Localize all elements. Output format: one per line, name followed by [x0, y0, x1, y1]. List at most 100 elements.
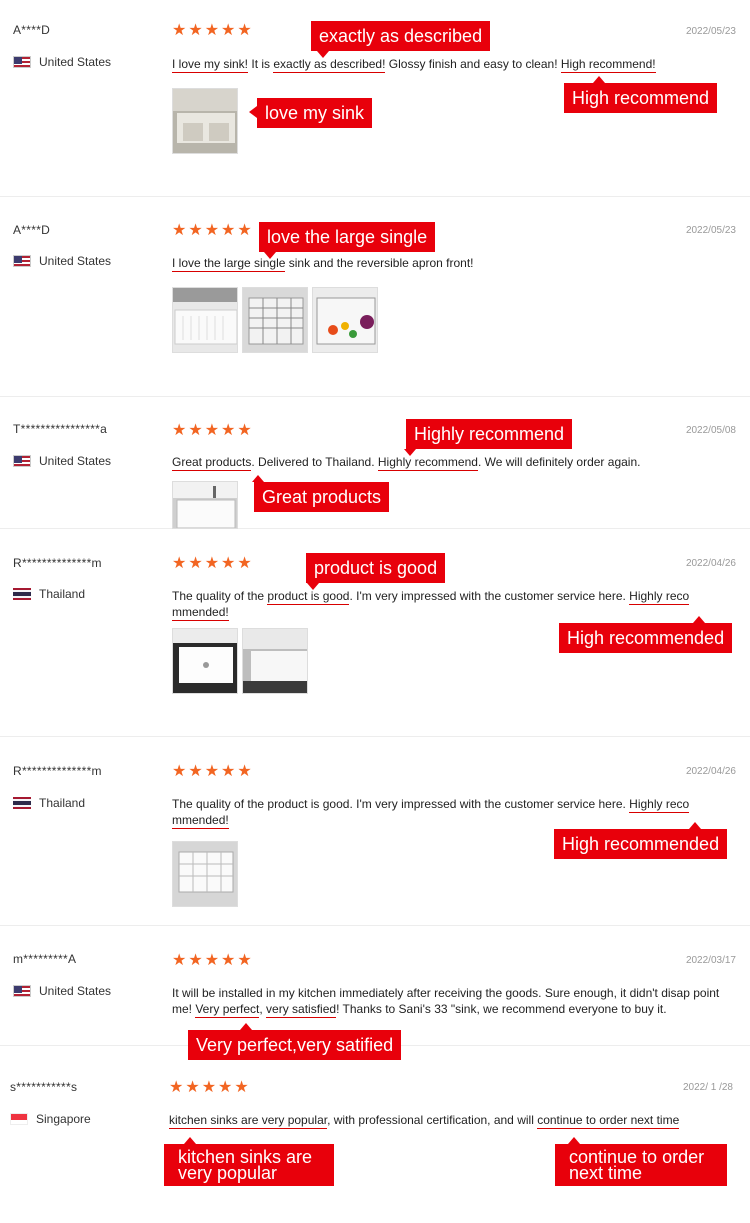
highlight: Highly recommend [377, 455, 478, 471]
callout-label: Very perfect,very satified [188, 1030, 402, 1060]
callout-arrow [307, 583, 319, 590]
callout-label: High recommended [554, 829, 728, 859]
star-rating: ★★★★★ [172, 222, 254, 239]
callout-arrow [240, 1023, 252, 1030]
sink-photo-icon [173, 288, 237, 352]
review-text: It will be installed in my kitchen immed… [172, 986, 720, 1018]
review-photos [172, 628, 308, 694]
review-card: R**************m Thailand ★★★★★ 2022/04/… [0, 529, 750, 737]
callout-label: Great products [254, 482, 390, 512]
highlight: kitchen sinks are very popular [169, 1113, 328, 1129]
callout-arrow [184, 1137, 196, 1144]
review-text: The quality of the product is good. I'm … [172, 589, 690, 621]
country-label: Thailand [39, 587, 86, 601]
review-photos [172, 88, 238, 154]
highlight: High recommend! [560, 57, 656, 73]
country-label: United States [39, 454, 112, 468]
highlight: very satisfied [266, 1002, 337, 1018]
highlight: product is good [267, 589, 350, 605]
sink-photo-icon [243, 288, 307, 352]
callout-label: exactly as described [311, 21, 491, 51]
callout-label: Highly recommend [406, 419, 573, 449]
review-photo[interactable] [242, 287, 308, 353]
country-label: Thailand [39, 796, 86, 810]
sink-photo-icon [313, 288, 377, 352]
review-photo[interactable] [242, 628, 308, 694]
review-date: 2022/05/08 [685, 425, 736, 436]
callout-label: product is good [306, 553, 446, 583]
star-rating: ★★★★★ [172, 952, 254, 969]
reviewer-country: Thailand [13, 587, 85, 601]
review-photos [172, 481, 238, 529]
callout-label: love the large single [259, 222, 436, 252]
highlight: I love my sink! [172, 57, 249, 73]
sink-photo-icon [173, 89, 237, 153]
review-photos [172, 287, 378, 353]
review-photo[interactable] [172, 841, 238, 907]
country-label: United States [39, 984, 112, 998]
review-photo[interactable] [312, 287, 378, 353]
review-card: R**************m Thailand ★★★★★ 2022/04/… [0, 737, 750, 926]
reviewer-country: Singapore [10, 1112, 91, 1126]
reviewer-country: Thailand [13, 796, 85, 810]
us-flag-icon [13, 56, 31, 68]
reviewer-name: A****D [13, 223, 51, 237]
reviewer-name: m*********A [13, 952, 77, 966]
us-flag-icon [13, 455, 31, 467]
review-text: I love the large single sink and the rev… [172, 256, 474, 272]
callout-arrow [317, 51, 329, 58]
reviewer-country: United States [13, 254, 111, 268]
review-date: 2022/04/26 [685, 558, 736, 569]
review-text: The quality of the product is good. I'm … [172, 797, 690, 829]
review-card: T****************a United States ★★★★★ 2… [0, 397, 750, 529]
star-rating: ★★★★★ [169, 1079, 251, 1096]
callout-label: High recommended [559, 623, 733, 653]
review-photo[interactable] [172, 88, 238, 154]
sink-photo-icon [173, 629, 237, 693]
review-photo[interactable] [172, 481, 238, 529]
highlight: continue to order next time [537, 1113, 680, 1129]
star-rating: ★★★★★ [172, 422, 254, 439]
thailand-flag-icon [13, 588, 31, 600]
star-rating: ★★★★★ [172, 22, 254, 39]
sink-photo-icon [173, 842, 237, 906]
sink-photo-icon [243, 629, 307, 693]
review-date: 2022/05/23 [685, 26, 736, 37]
reviewer-name: R**************m [13, 764, 102, 778]
callout-label: continue to order next time [555, 1144, 727, 1186]
reviewer-country: United States [13, 454, 111, 468]
reviewer-name: T****************a [13, 422, 108, 436]
review-date: 2022/ 1 /28 [682, 1082, 733, 1093]
thailand-flag-icon [13, 797, 31, 809]
star-rating: ★★★★★ [172, 763, 254, 780]
highlight: Very perfect [195, 1002, 260, 1018]
reviewer-country: United States [13, 984, 111, 998]
reviewer-name: A****D [13, 23, 51, 37]
callout-arrow [264, 252, 276, 259]
highlight: Great products [172, 455, 252, 471]
us-flag-icon [13, 985, 31, 997]
review-text: Great products. Delivered to Thailand. H… [172, 455, 641, 471]
review-card: m*********A United States ★★★★★ 2022/03/… [0, 926, 750, 1060]
star-rating: ★★★★★ [172, 555, 254, 572]
country-label: United States [39, 55, 112, 69]
review-photo[interactable] [172, 628, 238, 694]
us-flag-icon [13, 255, 31, 267]
sink-photo-icon [173, 482, 237, 528]
callout-label: kitchen sinks are very popular [164, 1144, 334, 1186]
review-card: A****D United States ★★★★★ 2022/05/23 I … [0, 197, 750, 397]
callout-arrow [252, 475, 264, 482]
highlight: exactly as described! [273, 57, 386, 73]
review-card: s***********s Singapore ★★★★★ 2022/ 1 /2… [0, 1046, 750, 1223]
review-date: 2022/05/23 [685, 225, 736, 236]
reviewer-name: R**************m [13, 556, 102, 570]
review-text: kitchen sinks are very popular, with pro… [169, 1113, 680, 1129]
review-photo[interactable] [172, 287, 238, 353]
review-date: 2022/03/17 [685, 955, 736, 966]
review-text: I love my sink! It is exactly as describ… [172, 57, 656, 73]
review-date: 2022/04/26 [685, 766, 736, 777]
reviewer-country: United States [13, 55, 111, 69]
callout-arrow [404, 449, 416, 456]
country-label: United States [39, 254, 112, 268]
callout-arrow [693, 616, 705, 623]
